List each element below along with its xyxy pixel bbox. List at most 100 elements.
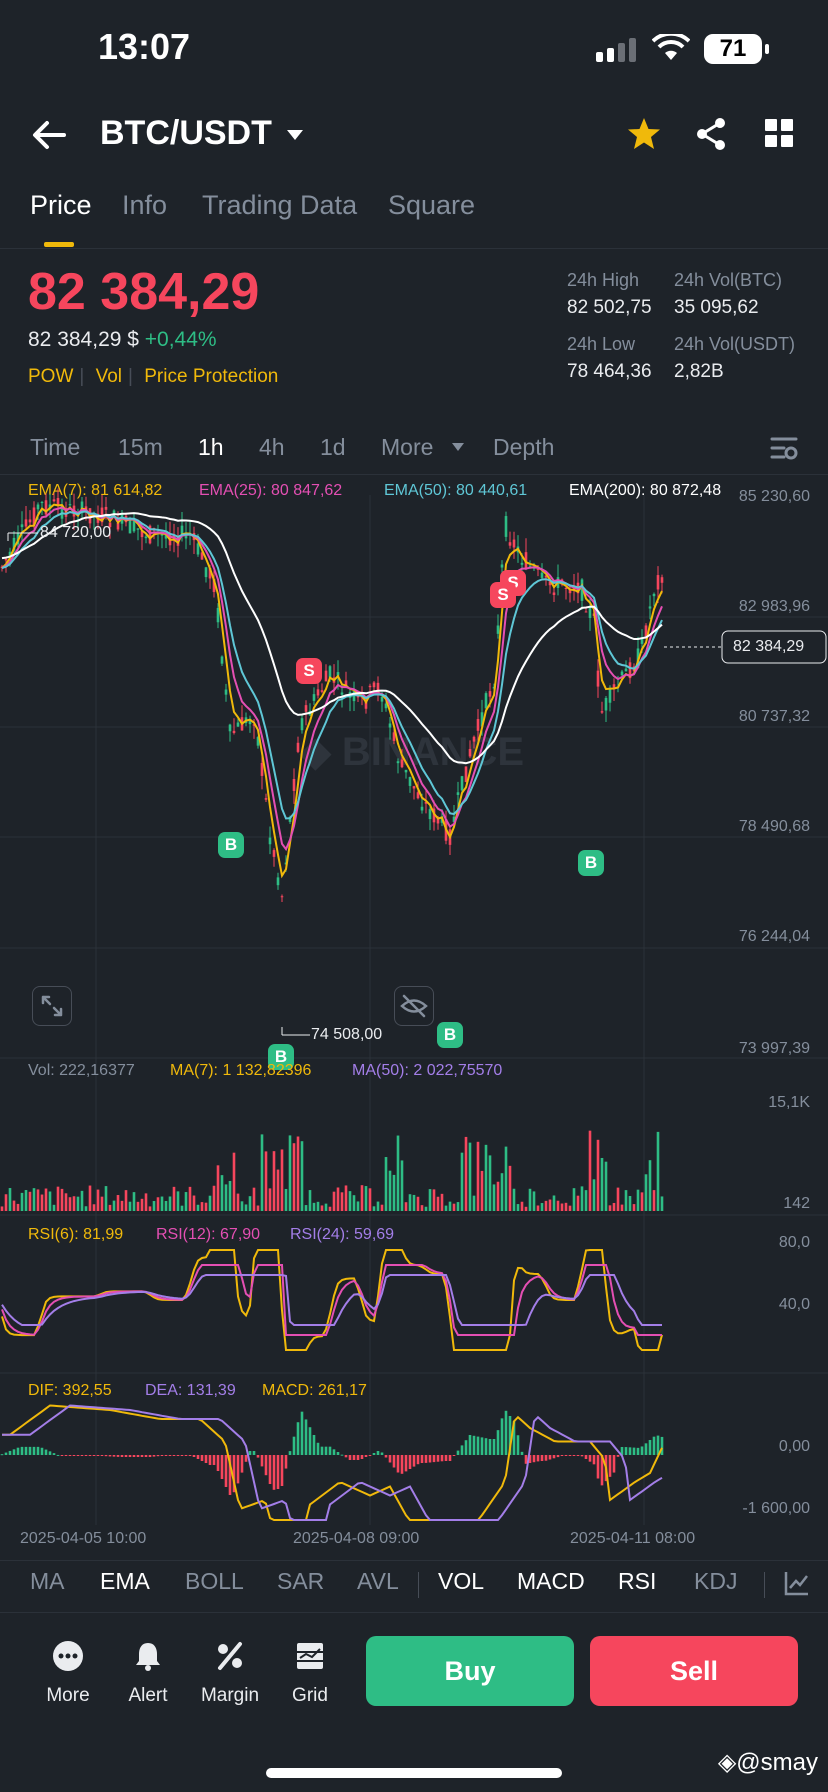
macd-bar (544, 1455, 548, 1461)
volume-bar (52, 1204, 56, 1211)
candle-body (300, 718, 304, 731)
timeframe-1d[interactable]: 1d (320, 434, 346, 461)
macd-bar (420, 1455, 424, 1463)
nav-more[interactable]: More (28, 1640, 108, 1707)
volume-bar (232, 1152, 236, 1211)
volume-bar (576, 1195, 580, 1211)
volume-bar (168, 1196, 172, 1211)
volume-bar (380, 1204, 384, 1211)
candle-body (404, 769, 408, 773)
timeframe-time[interactable]: Time (30, 434, 80, 461)
macd-bar (72, 1455, 76, 1456)
star-icon[interactable] (626, 116, 662, 152)
indicator-avl[interactable]: AVL (357, 1568, 399, 1595)
nav-grid[interactable]: Grid (270, 1640, 350, 1707)
tab-price[interactable]: Price (30, 190, 92, 221)
nav-margin[interactable]: Margin (190, 1640, 270, 1707)
share-icon[interactable] (694, 116, 728, 152)
tab-trading-data[interactable]: Trading Data (202, 190, 357, 221)
volume-bar (4, 1194, 8, 1211)
volume-bar (632, 1204, 636, 1211)
candle-body (468, 748, 472, 757)
macd-bar (424, 1455, 428, 1463)
indicator-rsi[interactable]: RSI (618, 1568, 656, 1595)
chart-settings-icon[interactable] (770, 434, 798, 462)
candle-body (112, 510, 116, 514)
timeframe-more[interactable]: More (381, 434, 433, 461)
status-bar: 13:07 71 (0, 0, 828, 100)
volume-bar (524, 1206, 528, 1211)
tab-square[interactable]: Square (388, 190, 475, 221)
volume-bar (544, 1200, 548, 1211)
timeframe-1h[interactable]: 1h (198, 434, 224, 461)
candle-body (52, 499, 56, 502)
low-label: 24h Low (567, 334, 636, 354)
volume-bar (108, 1204, 112, 1211)
current-price-tag: 82 384,29 (733, 638, 805, 655)
candle-body (220, 656, 224, 664)
back-arrow-icon[interactable] (32, 120, 66, 150)
tab-info[interactable]: Info (122, 190, 167, 221)
sell-marker: S (490, 582, 516, 608)
macd-bar (120, 1455, 124, 1457)
volume-bar (12, 1200, 16, 1211)
candle-body (40, 502, 44, 504)
indicator-boll[interactable]: BOLL (185, 1568, 244, 1595)
candle-body (20, 524, 24, 528)
volume-bar (292, 1143, 296, 1211)
volume-bar (56, 1186, 60, 1211)
fullscreen-button[interactable] (32, 986, 72, 1026)
caret-down-icon[interactable] (286, 128, 304, 142)
volume-bar (488, 1155, 492, 1211)
tag-vol[interactable]: Vol (96, 366, 122, 387)
candle-body (144, 536, 148, 539)
volume-bar (660, 1196, 664, 1211)
volume-bar (584, 1190, 588, 1211)
volume-bar (316, 1201, 320, 1211)
indicator-ema[interactable]: EMA (100, 1568, 150, 1595)
indicator-kdj[interactable]: KDJ (694, 1568, 737, 1595)
nav-alert[interactable]: Alert (108, 1640, 188, 1707)
volume-bar (636, 1189, 640, 1211)
macd-bar (376, 1451, 380, 1455)
buy-button[interactable]: Buy (366, 1636, 574, 1706)
volume-bar (224, 1184, 228, 1211)
candle-body (68, 504, 72, 506)
candle-body (328, 666, 332, 678)
candle-body (264, 798, 268, 800)
macd-bar (128, 1455, 132, 1457)
timeframe-depth[interactable]: Depth (493, 434, 554, 461)
volume-bar (568, 1205, 572, 1211)
volume-bar (476, 1141, 480, 1211)
candle-body (272, 850, 276, 857)
candle-body (128, 519, 132, 534)
volume-bar (360, 1185, 364, 1211)
grid-menu-icon[interactable] (764, 118, 794, 148)
pair-title[interactable]: BTC/USDT (100, 114, 272, 153)
candle-body (232, 730, 236, 733)
macd-bar (264, 1455, 268, 1476)
timeframe-15m[interactable]: 15m (118, 434, 163, 461)
hide-markers-button[interactable] (394, 986, 434, 1026)
tag-pow[interactable]: POW (28, 366, 73, 387)
macd-bar (192, 1455, 196, 1457)
indicator-macd[interactable]: MACD (517, 1568, 585, 1595)
macd-bar (396, 1455, 400, 1473)
volume-bar (84, 1206, 88, 1211)
sell-button[interactable]: Sell (590, 1636, 798, 1706)
timeframe-4h[interactable]: 4h (259, 434, 285, 461)
tag-price-protection[interactable]: Price Protection (144, 366, 278, 387)
candle-body (4, 559, 8, 561)
volume-bar (432, 1189, 436, 1211)
rsi24-legend: RSI(24): 59,69 (290, 1226, 395, 1243)
indicator-settings-icon[interactable] (784, 1570, 810, 1596)
macd-bar (52, 1453, 56, 1455)
indicator-sar[interactable]: SAR (277, 1568, 324, 1595)
indicator-vol[interactable]: VOL (438, 1568, 484, 1595)
macd-bar (156, 1455, 160, 1457)
candle-body (624, 668, 628, 672)
eye-off-icon (400, 994, 428, 1018)
volume-bar (200, 1202, 204, 1211)
indicator-ma[interactable]: MA (30, 1568, 65, 1595)
macd-bar (316, 1442, 320, 1455)
